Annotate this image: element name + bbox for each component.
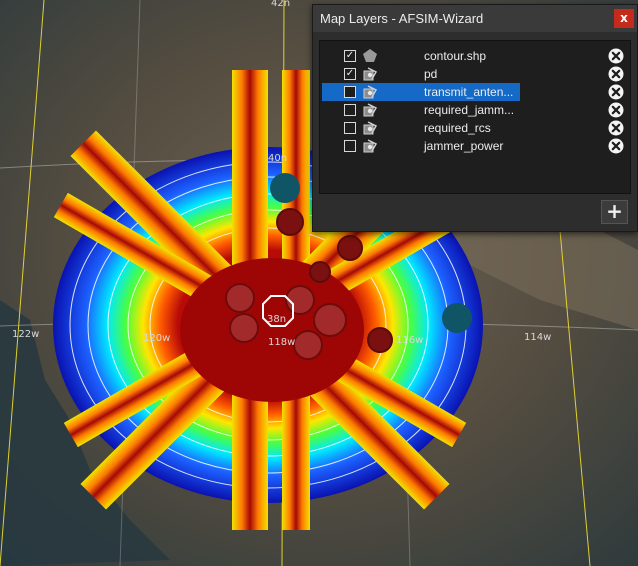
layer-row[interactable]: transmit_anten... — [320, 83, 630, 101]
remove-layer-icon[interactable] — [608, 120, 624, 136]
map-layers-panel: Map Layers - AFSIM-Wizard x ✓ contour.shp… — [312, 4, 638, 232]
lon-label-118w: 118w — [268, 337, 295, 348]
remove-layer-icon[interactable] — [608, 102, 624, 118]
panel-titlebar[interactable]: Map Layers - AFSIM-Wizard x — [313, 5, 637, 32]
lon-label-116w: 116w — [396, 335, 423, 346]
layer-row[interactable]: ✓ pd — [320, 65, 630, 83]
layer-visibility-checkbox[interactable] — [344, 140, 356, 152]
remove-layer-icon[interactable] — [608, 84, 624, 100]
blue-site-marker-east — [442, 303, 472, 333]
raster-icon — [363, 67, 378, 81]
layer-visibility-checkbox[interactable] — [344, 86, 356, 98]
layer-visibility-checkbox[interactable]: ✓ — [344, 50, 356, 62]
lat-label-42n: 42n — [271, 0, 290, 9]
layer-name: transmit_anten... — [424, 85, 514, 99]
lat-label-38n: 38n — [267, 314, 286, 325]
layer-name: required_jamm... — [424, 103, 515, 117]
layer-row[interactable]: required_jamm... — [320, 101, 630, 119]
layer-list: ✓ contour.shp ✓ pd transmit_anten... required… — [319, 40, 631, 194]
remove-layer-icon[interactable] — [608, 138, 624, 154]
remove-layer-icon[interactable] — [608, 48, 624, 64]
layer-name: contour.shp — [424, 49, 487, 63]
lat-label-40n: 40n — [268, 153, 287, 164]
lon-label-120w: 120w — [143, 333, 170, 344]
add-layer-button[interactable]: + — [601, 200, 628, 224]
raster-icon — [363, 139, 378, 153]
layer-row[interactable]: required_rcs — [320, 119, 630, 137]
layer-name: required_rcs — [424, 121, 491, 135]
layer-row[interactable]: ✓ contour.shp — [320, 47, 630, 65]
close-button[interactable]: x — [614, 9, 634, 28]
layer-visibility-checkbox[interactable]: ✓ — [344, 68, 356, 80]
blue-site-marker-north — [270, 173, 300, 203]
panel-title: Map Layers - AFSIM-Wizard — [320, 11, 484, 26]
layer-name: jammer_power — [424, 139, 504, 153]
raster-icon — [363, 85, 378, 99]
raster-icon — [363, 103, 378, 117]
raster-icon — [363, 121, 378, 135]
layer-name: pd — [424, 67, 438, 81]
layer-visibility-checkbox[interactable] — [344, 104, 356, 116]
remove-layer-icon[interactable] — [608, 66, 624, 82]
shape-icon — [363, 49, 377, 62]
lon-label-122w: 122w — [12, 329, 39, 340]
lon-label-114w: 114w — [524, 332, 551, 343]
layer-row[interactable]: jammer_power — [320, 137, 630, 155]
layer-visibility-checkbox[interactable] — [344, 122, 356, 134]
